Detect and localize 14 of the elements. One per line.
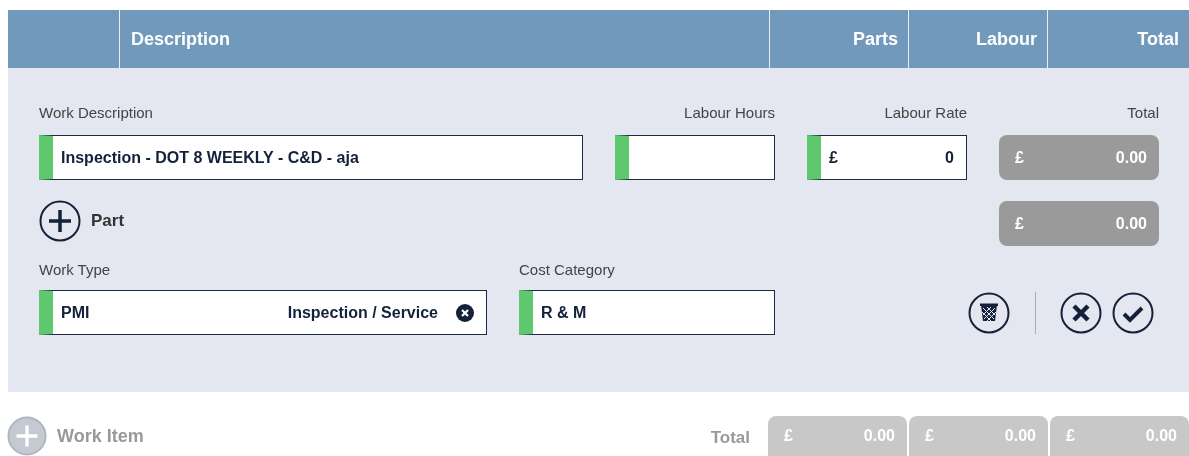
input-field[interactable]: £ 0: [807, 135, 967, 180]
field-label: Cost Category: [519, 261, 615, 278]
total-label: Total: [710, 428, 750, 448]
select-field[interactable]: R & M: [519, 290, 775, 335]
field-label: Total: [1127, 104, 1159, 121]
total-display: £ 0.00: [999, 135, 1159, 180]
total-display: £ 0.00: [999, 201, 1159, 246]
field-label: Labour Hours: [684, 104, 775, 121]
field-label: Labour Rate: [884, 104, 967, 121]
field-label: Work Description: [39, 104, 153, 121]
field-label: Work Type: [39, 261, 111, 278]
add-part-button[interactable]: Part: [39, 199, 125, 242]
select-field[interactable]: PMI Inspection / Service: [39, 290, 487, 335]
input-field[interactable]: Inspection - DOT 8 WEEKLY - C&D - aja: [39, 135, 583, 180]
